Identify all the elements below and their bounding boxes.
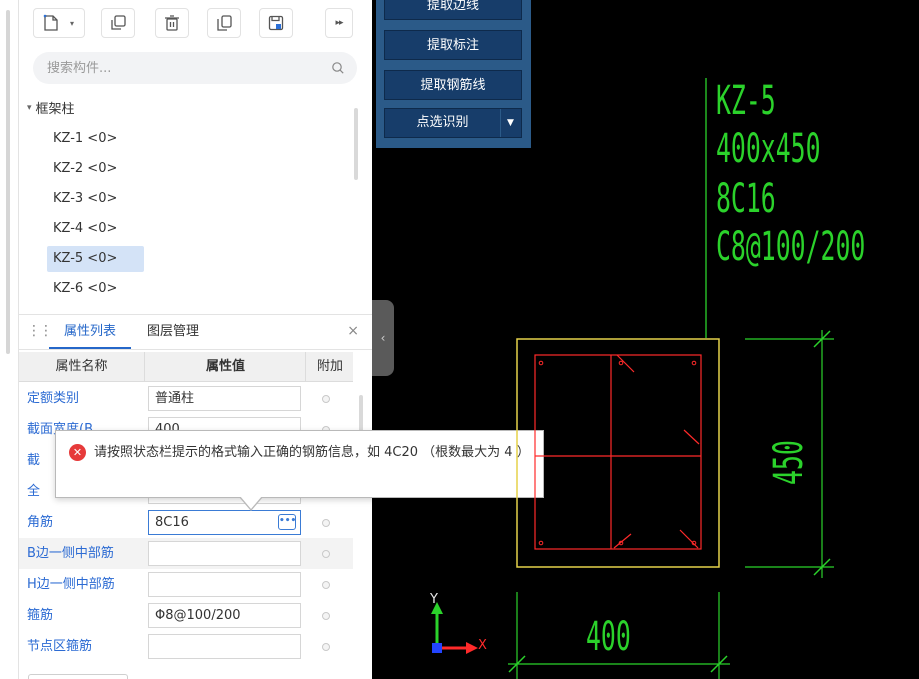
- axis-y-label: Y: [430, 592, 438, 607]
- property-value-field[interactable]: 普通柱: [148, 386, 301, 411]
- tree-item-kz-6[interactable]: KZ-6 <0>: [47, 276, 144, 302]
- header-property-value: 属性值: [146, 352, 306, 382]
- copy-to-floor-button[interactable]: [207, 8, 241, 38]
- drag-grip-icon[interactable]: ⋮⋮: [27, 323, 53, 339]
- table-row: H边一侧中部筋: [19, 569, 353, 600]
- rebar-cage: [534, 354, 702, 550]
- header-extra: 附加: [316, 359, 343, 374]
- property-name: B边一侧中部筋: [27, 546, 114, 561]
- dropdown-arrow-icon[interactable]: ▾: [70, 19, 74, 28]
- x-arrow: [466, 642, 478, 654]
- tree-item-kz-3[interactable]: KZ-3 <0>: [47, 186, 144, 212]
- point-select-recognize-button[interactable]: 点选识别: [385, 109, 501, 137]
- delete-icon: [165, 15, 179, 31]
- left-scrollbar[interactable]: [6, 10, 10, 354]
- property-value-field[interactable]: [148, 634, 301, 659]
- property-tabs: ⋮⋮ 属性列表 图层管理 ×: [19, 314, 373, 350]
- tab-property-list[interactable]: 属性列表: [49, 315, 131, 349]
- extract-edge-button[interactable]: 提取边线: [384, 0, 522, 20]
- chevron-left-icon: ‹: [380, 331, 386, 345]
- tree-item-kz-1[interactable]: KZ-1 <0>: [47, 126, 144, 152]
- extraction-panel: 提取边线 提取标注 提取钢筋线 点选识别 ▼: [376, 0, 531, 148]
- corner-rebar-value: 8C16: [155, 515, 189, 530]
- property-table-header: 属性名称 属性值 附加: [19, 352, 353, 382]
- property-value-field[interactable]: [148, 572, 301, 597]
- component-toolbar: ▾ ▸▸: [19, 0, 373, 44]
- tree-root-label: 框架柱: [35, 102, 75, 117]
- rebar-dot: [618, 360, 624, 366]
- property-name: H边一侧中部筋: [27, 577, 115, 592]
- rebar-dot: [691, 360, 697, 366]
- column-size-label: 400x450: [716, 126, 821, 172]
- tree-item-kz-5[interactable]: KZ-5 <0>: [47, 246, 144, 272]
- bottom-tab[interactable]: [28, 674, 128, 679]
- hook-line: [613, 533, 632, 549]
- chevron-down-icon[interactable]: ▼: [500, 109, 521, 137]
- tree-scrollbar[interactable]: [354, 108, 358, 180]
- collapse-panel-handle[interactable]: ‹: [372, 300, 394, 376]
- ellipsis-button[interactable]: •••: [278, 514, 296, 530]
- dimension-width-label: 400: [586, 614, 631, 660]
- search-input[interactable]: [47, 52, 317, 84]
- left-edge-strip: [0, 0, 18, 679]
- extra-radio[interactable]: [322, 612, 330, 620]
- tree-item-kz-2[interactable]: KZ-2 <0>: [47, 156, 144, 182]
- close-icon[interactable]: ×: [347, 323, 359, 339]
- new-component-button[interactable]: ▾: [33, 8, 85, 38]
- search-box: [33, 52, 357, 84]
- table-row: 箍筋 Φ8@100/200: [19, 600, 353, 631]
- column-outline: [516, 338, 720, 568]
- delete-button[interactable]: [155, 8, 189, 38]
- collapse-caret-icon[interactable]: ▾: [27, 103, 32, 113]
- dimension-height-label: 450: [766, 440, 812, 485]
- component-panel: ▾ ▸▸ ▾ 框架柱 KZ-1 <0> KZ-2 <0> KZ-3 <0> KZ…: [18, 0, 373, 679]
- extra-radio[interactable]: [322, 550, 330, 558]
- point-select-recognize-split-button: 点选识别 ▼: [384, 108, 522, 138]
- property-name: 定额类别: [27, 391, 80, 406]
- property-name: 箍筋: [27, 608, 54, 623]
- table-row: 节点区箍筋: [19, 631, 353, 662]
- rebar-dot: [538, 360, 544, 366]
- tree-root-frame-column[interactable]: ▾ 框架柱: [27, 98, 75, 117]
- corner-rebar-field[interactable]: 8C16 •••: [148, 510, 301, 535]
- search-icon[interactable]: [331, 61, 345, 75]
- property-value-field[interactable]: [148, 541, 301, 566]
- tab-layer-management[interactable]: 图层管理: [147, 315, 219, 349]
- extract-rebar-line-button[interactable]: 提取钢筋线: [384, 70, 522, 100]
- extra-radio[interactable]: [322, 519, 330, 527]
- property-value-field[interactable]: Φ8@100/200: [148, 603, 301, 628]
- copy-icon: [111, 15, 126, 30]
- stirrup-label: C8@100/200: [716, 224, 866, 270]
- copy-button[interactable]: [101, 8, 135, 38]
- extract-annotation-button[interactable]: 提取标注: [384, 30, 522, 60]
- save-as-icon: [268, 15, 284, 31]
- property-name: 角筋: [27, 515, 54, 530]
- tooltip-tail-inner: [240, 496, 262, 509]
- column-name-label: KZ-5: [716, 78, 776, 124]
- rebar-dot: [538, 540, 544, 546]
- axis-x-label: X: [478, 638, 487, 653]
- hook-line: [679, 529, 699, 549]
- tree-item-kz-4[interactable]: KZ-4 <0>: [47, 216, 144, 242]
- property-name: 截: [27, 453, 41, 468]
- error-icon: ✕: [69, 444, 86, 461]
- property-name: 全: [27, 484, 41, 499]
- copy-to-floor-icon: [217, 15, 232, 31]
- toolbar-more-button[interactable]: ▸▸: [325, 8, 353, 38]
- extra-radio[interactable]: [322, 581, 330, 589]
- property-name: 节点区箍筋: [27, 639, 93, 654]
- hook-line: [683, 429, 700, 445]
- table-row: B边一侧中部筋: [19, 538, 353, 569]
- table-row: 角筋 8C16 •••: [19, 507, 353, 538]
- extra-radio[interactable]: [322, 395, 330, 403]
- extra-radio[interactable]: [322, 643, 330, 651]
- ucs-origin: [432, 643, 442, 653]
- main-rebar-label: 8C16: [716, 176, 776, 222]
- save-as-button[interactable]: [259, 8, 293, 38]
- header-property-name: 属性名称: [19, 352, 145, 382]
- new-component-icon: [43, 14, 58, 31]
- table-row: 定额类别 普通柱: [19, 383, 353, 414]
